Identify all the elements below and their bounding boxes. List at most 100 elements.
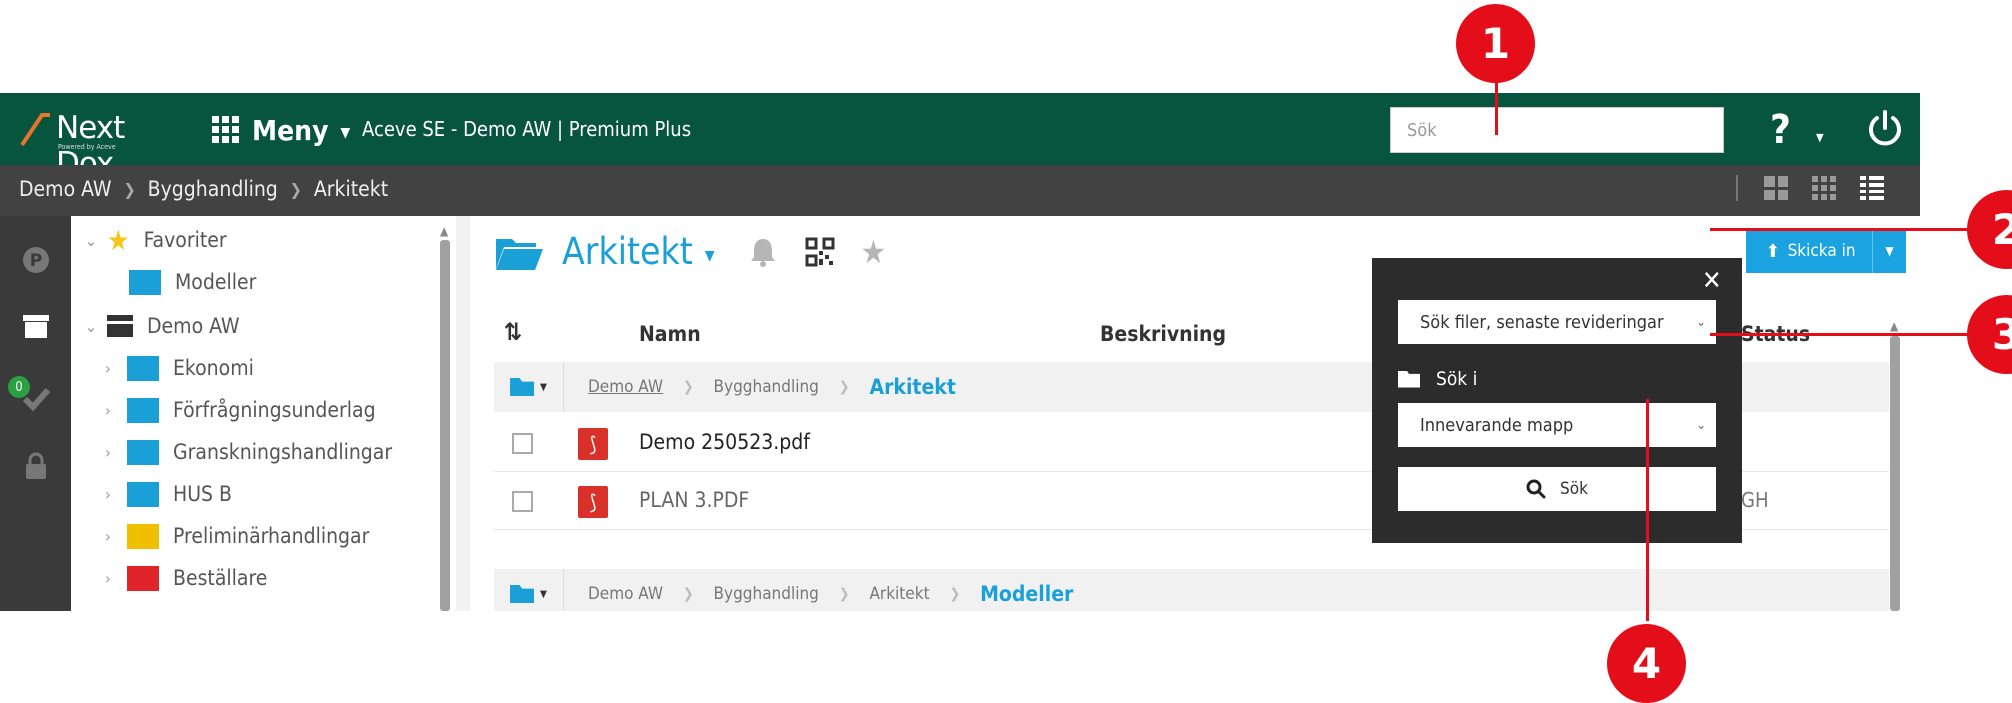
breadcrumb: Demo AW ❯ Bygghandling ❯ Arkitekt — [19, 177, 388, 201]
path-item[interactable]: Bygghandling — [714, 584, 819, 604]
folder-tree: ⌄ ★ Favoriter Modeller ⌄ Demo AW › Ekono… — [71, 216, 456, 611]
path-item[interactable]: Bygghandling — [714, 377, 819, 397]
chevron-down-icon: ⌄ — [85, 230, 98, 250]
sort-icon[interactable]: ⇅ — [504, 318, 522, 346]
app-window: Next Dox Powered by Aceve Meny ▼ Aceve S… — [0, 93, 1920, 611]
status-value: GH — [1741, 488, 1769, 512]
chevron-right-icon: › — [105, 568, 111, 588]
chevron-right-icon: ❯ — [838, 586, 850, 602]
tree-item-ekonomi[interactable]: › Ekonomi — [105, 352, 254, 384]
menu-label: Meny — [252, 113, 329, 147]
tree-item-favorites[interactable]: ⌄ ★ Favoriter — [85, 223, 227, 257]
scroll-up-arrow-icon[interactable]: ▲ — [440, 224, 448, 238]
power-icon — [1869, 110, 1901, 146]
column-header-description[interactable]: Beskrivning — [1100, 322, 1226, 346]
logo[interactable]: Next Dox Powered by Aceve — [20, 109, 190, 182]
checkmark-icon[interactable] — [22, 384, 50, 412]
chevron-right-icon: › — [105, 400, 111, 420]
tree-item-label: Favoriter — [143, 228, 227, 252]
caret-down-icon: ▼ — [540, 588, 547, 600]
bell-icon[interactable] — [749, 237, 777, 267]
star-icon: ★ — [107, 223, 130, 257]
caret-down-icon[interactable]: ▼ — [705, 248, 715, 264]
path-item[interactable]: Demo AW — [588, 584, 663, 604]
callout-leader-line — [1646, 399, 1649, 621]
breadcrumb-item[interactable]: Arkitekt — [314, 177, 388, 201]
chevron-right-icon: ❯ — [949, 586, 961, 602]
tree-item-forfragningsunderlag[interactable]: › Förfrågningsunderlag — [105, 394, 376, 426]
large-grid-view-icon[interactable] — [1764, 176, 1788, 200]
breadcrumb-item[interactable]: Bygghandling — [148, 177, 278, 201]
column-header-name[interactable]: Namn — [639, 322, 701, 346]
submit-button-main[interactable]: ⬆ Skicka in — [1746, 241, 1872, 262]
submit-dropdown-toggle[interactable]: ▼ — [1872, 229, 1906, 273]
chevron-down-icon: ⌄ — [1696, 314, 1706, 330]
tree-item-bestallare[interactable]: › Beställare — [105, 562, 267, 594]
help-button[interactable]: ? — [1770, 107, 1791, 153]
page-title: Arkitekt — [562, 230, 693, 273]
project-icon[interactable]: P — [22, 246, 50, 274]
chevron-right-icon: ❯ — [682, 586, 694, 602]
submit-button[interactable]: ⬆ Skicka in ▼ — [1746, 229, 1906, 273]
view-switcher — [1726, 175, 1884, 201]
path-current[interactable]: Modeller — [980, 582, 1073, 606]
logo-subtitle: Powered by Aceve — [58, 143, 116, 151]
tree-item-label: Modeller — [175, 270, 257, 294]
chevron-right-icon: › — [105, 526, 111, 546]
folder-icon — [127, 523, 159, 549]
folder-icon — [127, 355, 159, 381]
archive-box-icon — [107, 315, 133, 337]
row-checkbox[interactable] — [512, 433, 533, 454]
search-options-popup: ✕ Sök filer, senaste revideringar ⌄ Sök … — [1372, 258, 1742, 543]
callout-leader-line — [1495, 78, 1498, 135]
account-info: Aceve SE - Demo AW | Premium Plus — [362, 117, 692, 141]
search-input[interactable] — [1390, 107, 1724, 153]
search-location-select[interactable]: Innevarande mapp ⌄ — [1398, 403, 1716, 447]
path-item[interactable]: Demo AW — [588, 377, 663, 397]
tree-scrollbar[interactable] — [440, 240, 450, 611]
small-grid-view-icon[interactable] — [1812, 176, 1836, 200]
list-view-icon[interactable] — [1860, 176, 1884, 200]
star-icon[interactable]: ★ — [861, 233, 887, 271]
tree-item-hus-b[interactable]: › HUS B — [105, 478, 232, 510]
search-scope-select[interactable]: Sök filer, senaste revideringar ⌄ — [1398, 300, 1716, 344]
folder-header: Arkitekt ▼ ★ — [494, 230, 886, 273]
search-button-label: Sök — [1560, 479, 1588, 499]
menu-button[interactable]: Meny ▼ — [212, 113, 350, 147]
chevron-right-icon: › — [105, 358, 111, 378]
top-bar: Next Dox Powered by Aceve Meny ▼ Aceve S… — [0, 93, 1920, 182]
row-checkbox[interactable] — [512, 491, 533, 512]
file-name[interactable]: PLAN 3.PDF — [639, 488, 749, 512]
path-item[interactable]: Arkitekt — [869, 584, 929, 604]
scroll-up-arrow-icon[interactable]: ▲ — [1890, 319, 1898, 333]
file-name[interactable]: Demo 250523.pdf — [639, 430, 810, 454]
search-button[interactable]: Sök — [1398, 467, 1716, 511]
tree-item-demo-aw[interactable]: ⌄ Demo AW — [85, 310, 240, 342]
folder-menu-button[interactable]: ▼ — [494, 569, 564, 611]
main-scrollbar[interactable] — [1890, 336, 1900, 611]
logout-button[interactable] — [1866, 109, 1904, 149]
folder-path-row: ▼ Demo AW ❯ Bygghandling ❯ Arkitekt ❯ Mo… — [494, 569, 1889, 611]
folder-icon — [127, 481, 159, 507]
folder-icon — [127, 565, 159, 591]
close-icon[interactable]: ✕ — [1702, 266, 1722, 296]
tree-item-granskningshandlingar[interactable]: › Granskningshandlingar — [105, 436, 392, 468]
search-in-label: Sök i — [1398, 368, 1477, 390]
folder-icon — [1398, 370, 1420, 388]
lock-icon[interactable] — [22, 452, 50, 480]
breadcrumb-item[interactable]: Demo AW — [19, 177, 112, 201]
divider — [1736, 175, 1738, 201]
chevron-right-icon: ❯ — [123, 179, 136, 199]
callout-leader-line — [1710, 333, 1972, 336]
qr-code-icon[interactable] — [805, 237, 835, 267]
search-in-text: Sök i — [1436, 368, 1478, 390]
svg-text:P: P — [30, 251, 42, 271]
callout-badge: 2 — [1967, 190, 2012, 269]
caret-down-icon: ▼ — [340, 125, 351, 141]
open-folder-icon — [510, 585, 535, 603]
path-current[interactable]: Arkitekt — [869, 375, 955, 399]
archive-icon[interactable] — [22, 312, 50, 340]
tree-item-preliminarhandlingar[interactable]: › Preliminärhandlingar — [105, 520, 369, 552]
tree-item-modeller[interactable]: Modeller — [129, 266, 256, 298]
folder-menu-button[interactable]: ▼ — [494, 362, 564, 412]
